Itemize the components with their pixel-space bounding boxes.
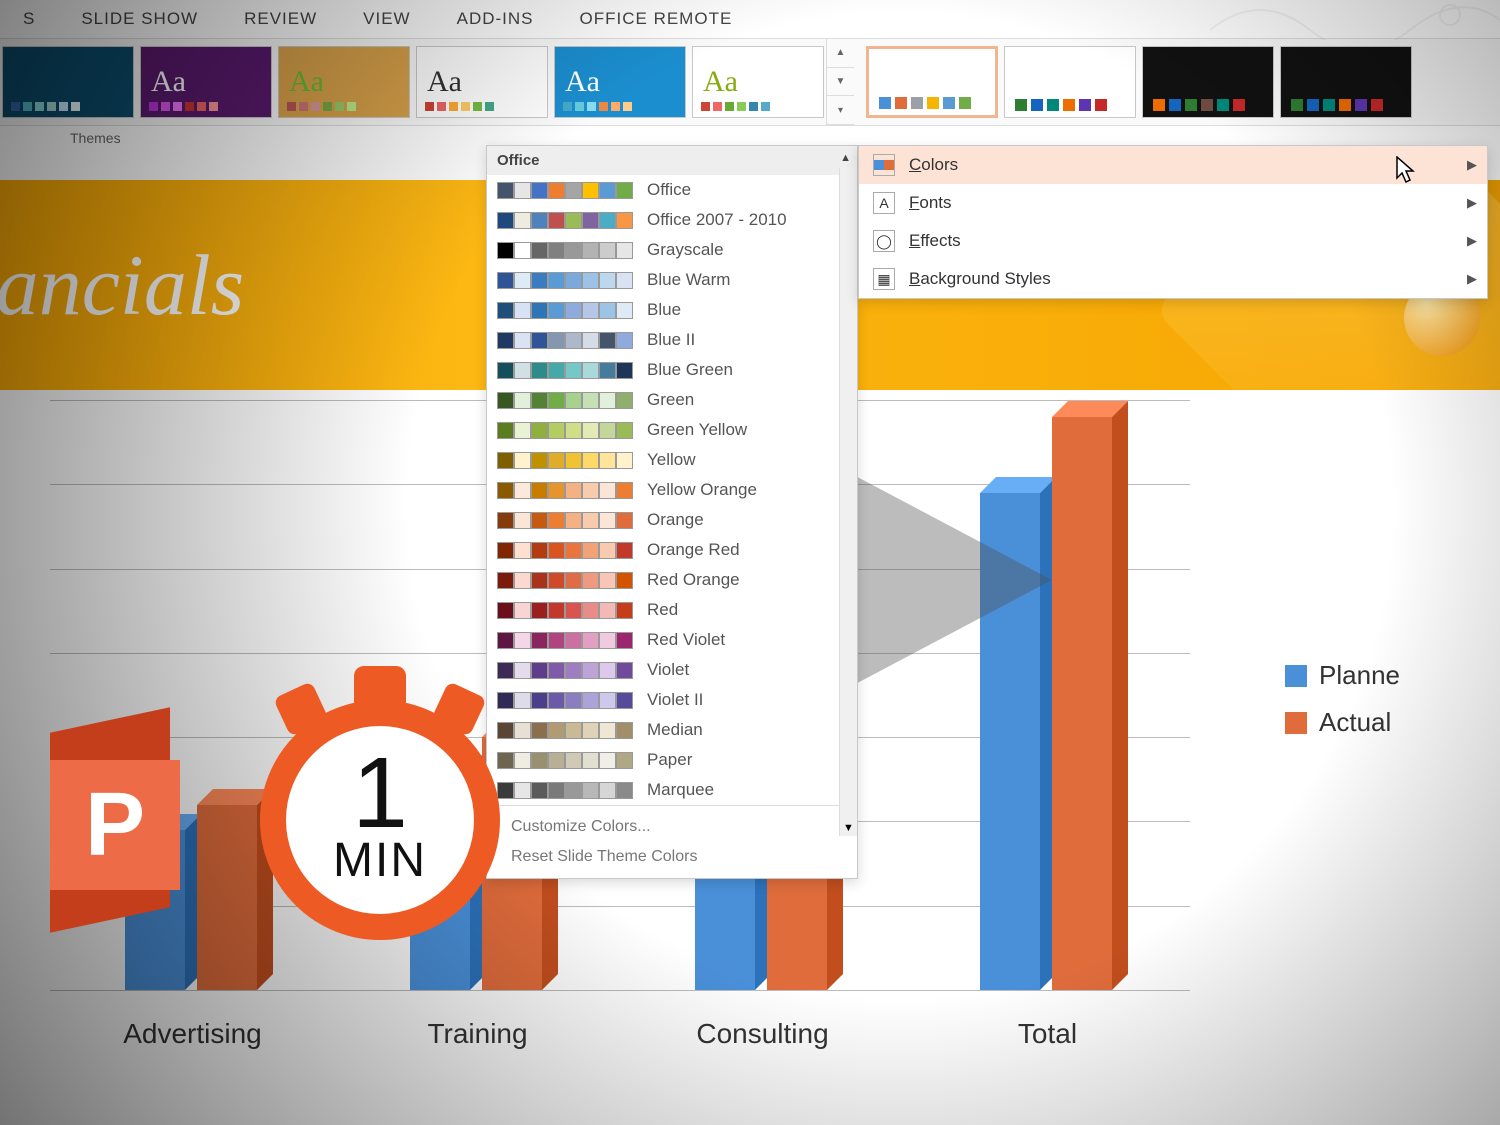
variant-menu-fonts[interactable]: AFonts▶ — [859, 184, 1487, 222]
spinner-more-icon[interactable]: ▾ — [827, 96, 854, 125]
ribbon-tab[interactable]: ADD-INS — [457, 9, 534, 29]
x-label: Consulting — [620, 1018, 905, 1050]
x-label: Total — [905, 1018, 1190, 1050]
color-scheme-item[interactable]: Blue Warm — [487, 265, 857, 295]
ribbon-tab[interactable]: VIEW — [363, 9, 410, 29]
spinner-down-icon[interactable]: ▼ — [827, 68, 854, 97]
color-scheme-item[interactable]: Yellow — [487, 445, 857, 475]
color-scheme-item[interactable]: Office 2007 - 2010 — [487, 205, 857, 235]
color-scheme-item[interactable]: Red Violet — [487, 625, 857, 655]
variant-thumb[interactable] — [866, 46, 998, 118]
legend-item: Actual — [1285, 707, 1400, 738]
color-scheme-item[interactable]: Green Yellow — [487, 415, 857, 445]
chevron-right-icon: ▶ — [1467, 195, 1477, 211]
mouse-cursor-icon — [1396, 156, 1418, 190]
stopwatch-icon: 1 MIN — [260, 700, 500, 940]
chevron-right-icon: ▶ — [1467, 271, 1477, 287]
theme-thumb[interactable] — [2, 46, 134, 118]
color-scheme-item[interactable]: Blue Green — [487, 355, 857, 385]
ribbon-tab[interactable]: SLIDE SHOW — [81, 9, 198, 29]
color-scheme-item[interactable]: Yellow Orange — [487, 475, 857, 505]
chevron-right-icon: ▶ — [1467, 233, 1477, 249]
ribbon-tab[interactable]: OFFICE REMOTE — [580, 9, 733, 29]
color-scheme-item[interactable]: Office — [487, 175, 857, 205]
variant-thumb[interactable] — [1280, 46, 1412, 118]
color-scheme-item[interactable]: Blue II — [487, 325, 857, 355]
variant-gallery[interactable] — [866, 39, 1412, 125]
variant-thumb[interactable] — [1004, 46, 1136, 118]
variant-flyout-menu[interactable]: Colors▶AFonts▶◯Effects▶▦Background Style… — [858, 145, 1488, 299]
ribbon-tab[interactable]: S — [23, 9, 35, 29]
color-scheme-item[interactable]: Orange — [487, 505, 857, 535]
theme-thumb[interactable]: Aa — [692, 46, 824, 118]
customize-colors-item[interactable]: Customize Colors... — [487, 812, 857, 842]
variant-menu-effects[interactable]: ◯Effects▶ — [859, 222, 1487, 260]
powerpoint-one-minute-badge: P 1 MIN — [50, 700, 500, 940]
powerpoint-icon: P — [50, 710, 270, 930]
ribbon-themes-row: AaAaAaAaAa ▲ ▼ ▾ — [0, 38, 1500, 126]
color-scrollbar[interactable]: ▼ — [839, 168, 857, 836]
color-scheme-item[interactable]: Red — [487, 595, 857, 625]
color-schemes-header: Office ▲ — [487, 146, 857, 175]
color-scheme-item[interactable]: Blue — [487, 295, 857, 325]
theme-thumb[interactable]: Aa — [416, 46, 548, 118]
theme-thumb[interactable]: Aa — [140, 46, 272, 118]
theme-thumb[interactable]: Aa — [278, 46, 410, 118]
slide-title: r financials — [0, 235, 244, 335]
color-scheme-item[interactable]: Median — [487, 715, 857, 745]
color-scheme-item[interactable]: Violet — [487, 655, 857, 685]
variant-thumb[interactable] — [1142, 46, 1274, 118]
x-label: Advertising — [50, 1018, 335, 1050]
scroll-up-icon[interactable]: ▲ — [840, 152, 851, 164]
theme-thumb[interactable]: Aa — [554, 46, 686, 118]
chart-legend: Planne Actual — [1285, 660, 1400, 754]
color-scheme-item[interactable]: Red Orange — [487, 565, 857, 595]
color-scheme-item[interactable]: Green — [487, 385, 857, 415]
ribbon-tabs: S SLIDE SHOW REVIEW VIEW ADD-INS OFFICE … — [0, 0, 1500, 38]
color-scheme-item[interactable]: Orange Red — [487, 535, 857, 565]
theme-gallery[interactable]: AaAaAaAaAa — [0, 39, 826, 125]
x-label: Training — [335, 1018, 620, 1050]
fonts-icon: A — [873, 192, 895, 214]
color-schemes-dropdown[interactable]: Office ▲ OfficeOffice 2007 - 2010Graysca… — [486, 145, 858, 879]
ribbon-tab[interactable]: REVIEW — [244, 9, 317, 29]
variant-menu-colors[interactable]: Colors▶ — [859, 146, 1487, 184]
effects-icon: ◯ — [873, 230, 895, 252]
colors-icon — [873, 154, 895, 176]
reset-colors-item[interactable]: Reset Slide Theme Colors — [487, 842, 857, 872]
theme-gallery-spinner[interactable]: ▲ ▼ ▾ — [826, 39, 854, 125]
bg-icon: ▦ — [873, 268, 895, 290]
legend-item: Planne — [1285, 660, 1400, 691]
color-scheme-item[interactable]: Paper — [487, 745, 857, 775]
variant-menu-bg[interactable]: ▦Background Styles▶ — [859, 260, 1487, 298]
color-scheme-item[interactable]: Grayscale — [487, 235, 857, 265]
spinner-up-icon[interactable]: ▲ — [827, 39, 854, 68]
color-scheme-item[interactable]: Violet II — [487, 685, 857, 715]
chevron-right-icon: ▶ — [1467, 157, 1477, 173]
color-scheme-item[interactable]: Marquee — [487, 775, 857, 805]
